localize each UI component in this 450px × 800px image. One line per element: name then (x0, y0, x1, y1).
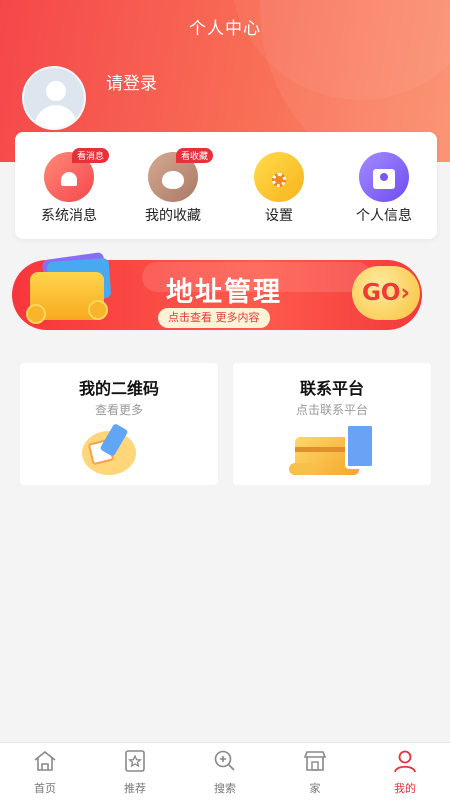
card-subtitle: 查看更多 (94, 403, 143, 417)
quick-action-label: 我的收藏 (145, 208, 201, 224)
qrcode-card[interactable]: 我的二维码 查看更多 (20, 363, 218, 485)
messages-badge: 看消息 (72, 148, 110, 163)
tab-recommend[interactable]: 推荐 (105, 749, 165, 796)
tab-label: 搜索 (214, 782, 236, 795)
card-subtitle: 点击联系平台 (295, 403, 368, 417)
quick-action-settings[interactable]: 设置 (234, 152, 324, 225)
page-title: 个人中心 (189, 19, 261, 39)
wallet-icon (26, 251, 116, 328)
tab-home-family[interactable]: 家 (285, 749, 345, 796)
tab-label: 推荐 (124, 782, 146, 795)
store-icon (303, 751, 327, 771)
gear-icon (254, 152, 304, 202)
avatar-body (35, 105, 77, 128)
card-title: 联系平台 (299, 379, 364, 398)
quick-actions-card: 看消息 系统消息 看收藏 我的收藏 设置 个人信息 (15, 132, 437, 239)
banner-subtitle: 点击查看 更多内容 (158, 308, 270, 328)
tab-home[interactable]: 首页 (15, 749, 75, 796)
login-link[interactable]: 请登录 (106, 69, 157, 94)
bottom-tab-bar: 首页 推荐 搜索 家 我的 (0, 742, 450, 800)
quick-action-label: 个人信息 (356, 208, 412, 224)
qrcode-illustration-icon (74, 423, 164, 477)
contact-platform-card[interactable]: 联系平台 点击联系平台 (233, 363, 431, 485)
quick-action-messages[interactable]: 看消息 系统消息 (24, 148, 114, 225)
avatar[interactable] (22, 66, 86, 130)
quick-action-favorites[interactable]: 看收藏 我的收藏 (128, 148, 218, 225)
go-button[interactable]: GO› (352, 266, 420, 320)
quick-action-label: 设置 (265, 208, 293, 224)
favorites-badge: 看收藏 (176, 148, 214, 163)
card-title: 我的二维码 (78, 379, 159, 398)
tab-search[interactable]: 搜索 (195, 749, 255, 796)
tab-label: 我的 (394, 782, 416, 795)
address-management-banner[interactable]: 地址管理 点击查看 更多内容 GO› (12, 251, 422, 332)
tab-mine[interactable]: 我的 (375, 749, 435, 796)
user-card-icon (359, 152, 409, 202)
quick-action-label: 系统消息 (41, 208, 97, 224)
banner-title: 地址管理 (166, 277, 282, 308)
bank-card-illustration-icon (287, 423, 377, 477)
home-icon (34, 750, 56, 771)
star-icon (125, 750, 145, 772)
bell-icon: 看消息 (44, 148, 110, 202)
quick-action-profile[interactable]: 个人信息 (339, 152, 429, 225)
person-icon (394, 750, 416, 773)
tab-label: 家 (309, 782, 321, 795)
search-icon (214, 750, 235, 771)
avatar-head (46, 81, 66, 101)
tab-label: 首页 (34, 782, 56, 795)
money-bag-icon: 看收藏 (148, 148, 214, 202)
